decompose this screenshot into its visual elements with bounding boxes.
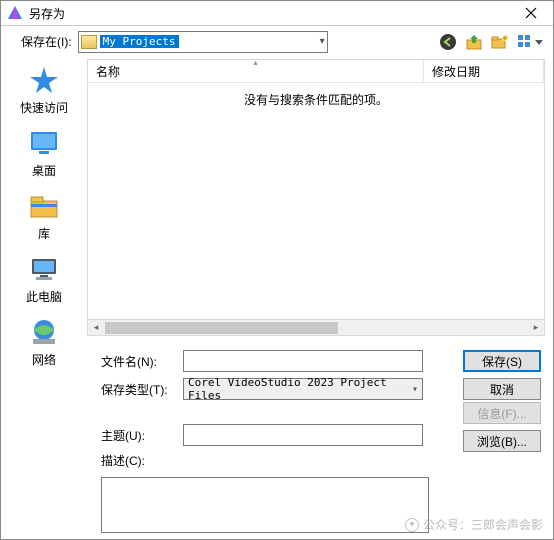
list-header: 名称 ▴ 修改日期	[87, 59, 545, 83]
titlebar: 另存为	[1, 1, 553, 26]
column-header-label: 名称	[96, 63, 120, 80]
app-icon	[7, 5, 23, 21]
new-folder-button[interactable]	[491, 33, 509, 51]
description-label: 描述(C):	[101, 450, 177, 469]
new-folder-icon	[491, 33, 509, 51]
this-pc-icon	[27, 254, 61, 284]
form-area: 文件名(N): 保存类型(T): Corel VideoStudio 2023 …	[1, 336, 553, 539]
chevron-down-icon: ▾	[412, 384, 418, 395]
up-icon	[465, 33, 483, 51]
filetype-label: 保存类型(T):	[101, 381, 177, 398]
description-textarea[interactable]	[101, 477, 429, 533]
subject-input[interactable]	[183, 424, 423, 446]
cancel-button[interactable]: 取消	[463, 378, 541, 400]
save-in-combo[interactable]: My Projects ▾	[78, 31, 328, 53]
sidebar-item-desktop[interactable]: 桌面	[9, 124, 79, 183]
up-one-level-button[interactable]	[465, 33, 483, 51]
column-header-date[interactable]: 修改日期	[424, 60, 544, 82]
close-icon	[525, 7, 537, 19]
sidebar-item-label: 此电脑	[26, 288, 62, 305]
view-menu-button[interactable]	[517, 33, 545, 51]
filename-label: 文件名(N):	[101, 353, 177, 370]
save-as-dialog: 另存为 保存在(I): My Projects ▾	[0, 0, 554, 540]
filetype-combo[interactable]: Corel VideoStudio 2023 Project Files ▾	[183, 378, 423, 400]
list-body[interactable]: 没有与搜索条件匹配的项。	[87, 83, 545, 320]
save-button[interactable]: 保存(S)	[463, 350, 541, 372]
column-header-name[interactable]: 名称 ▴	[88, 60, 424, 82]
column-header-label: 修改日期	[432, 63, 480, 80]
scroll-thumb[interactable]	[105, 322, 338, 334]
view-menu-icon	[517, 33, 545, 51]
sidebar-item-this-pc[interactable]: 此电脑	[9, 250, 79, 309]
back-button[interactable]	[439, 33, 457, 51]
places-sidebar: 快速访问 桌面 库 此电脑	[1, 57, 87, 336]
sidebar-item-label: 快速访问	[20, 99, 68, 116]
info-button: 信息(F)...	[463, 402, 541, 424]
filename-input[interactable]	[183, 350, 423, 372]
subject-label: 主题(U):	[101, 427, 177, 444]
sidebar-item-label: 桌面	[32, 162, 56, 179]
save-in-label: 保存在(I):	[9, 33, 72, 50]
horizontal-scrollbar[interactable]: ◂ ▸	[87, 320, 545, 336]
folder-icon	[81, 35, 97, 49]
scroll-track[interactable]	[104, 321, 528, 335]
file-list: 名称 ▴ 修改日期 没有与搜索条件匹配的项。 ◂ ▸	[87, 59, 545, 336]
save-in-value: My Projects	[100, 35, 179, 48]
window-title: 另存为	[29, 5, 65, 22]
sidebar-item-quick-access[interactable]: 快速访问	[9, 61, 79, 120]
chevron-down-icon: ▾	[320, 36, 325, 47]
quick-access-icon	[27, 65, 61, 95]
scroll-left-icon[interactable]: ◂	[88, 321, 104, 335]
sidebar-item-label: 库	[38, 225, 50, 242]
close-button[interactable]	[511, 1, 551, 25]
empty-message: 没有与搜索条件匹配的项。	[88, 83, 544, 116]
sidebar-item-libraries[interactable]: 库	[9, 187, 79, 246]
save-in-toolbar: 保存在(I): My Projects ▾	[1, 26, 553, 57]
scroll-right-icon[interactable]: ▸	[528, 321, 544, 335]
sort-indicator-icon: ▴	[253, 58, 257, 67]
back-icon	[439, 33, 457, 51]
desktop-icon	[27, 128, 61, 158]
filetype-value: Corel VideoStudio 2023 Project Files	[188, 376, 404, 402]
libraries-icon	[27, 191, 61, 221]
browse-button[interactable]: 浏览(B)...	[463, 430, 541, 452]
